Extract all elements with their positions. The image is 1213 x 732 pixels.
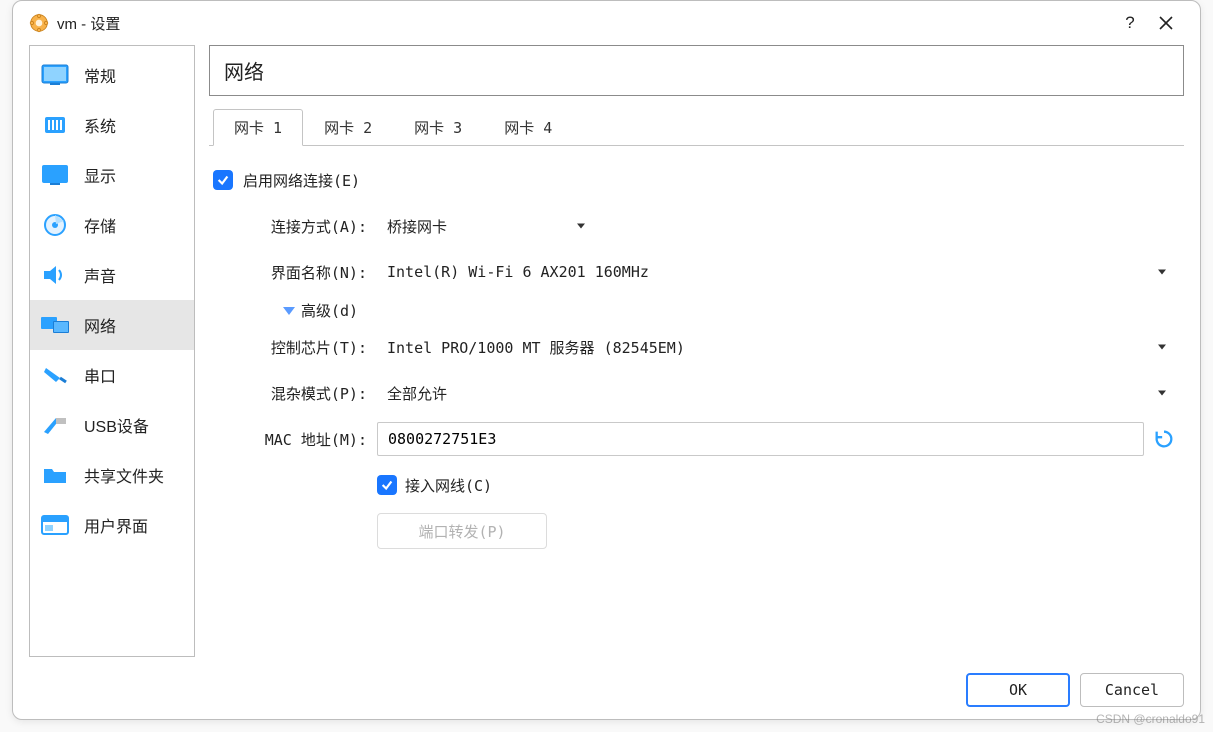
attached-dropdown[interactable]: 桥接网卡: [377, 209, 595, 243]
adapter-type-label: 控制芯片(T):: [217, 337, 377, 358]
cancel-button[interactable]: Cancel: [1080, 673, 1184, 707]
sidebar-item-label: 串口: [84, 363, 116, 387]
cancel-label: Cancel: [1105, 681, 1159, 699]
sidebar-item-label: 显示: [84, 163, 116, 187]
help-button[interactable]: ?: [1112, 5, 1148, 41]
promisc-dropdown[interactable]: 全部允许: [377, 376, 1176, 410]
tabbar: 网卡 1 网卡 2 网卡 3 网卡 4: [209, 108, 1184, 146]
sidebar-item-label: 声音: [84, 263, 116, 287]
sidebar-item-label: 系统: [84, 113, 116, 137]
tab-label: 网卡 2: [324, 119, 372, 137]
titlebar: vm - 设置 ?: [13, 1, 1200, 45]
usb-icon: [40, 413, 70, 437]
display-icon: [40, 163, 70, 187]
sidebar-item-general[interactable]: 常规: [30, 50, 194, 100]
network-icon: [40, 313, 70, 337]
tab-adapter-1[interactable]: 网卡 1: [213, 109, 303, 146]
sidebar-item-display[interactable]: 显示: [30, 150, 194, 200]
cable-connected-checkbox[interactable]: [377, 475, 397, 495]
sidebar-item-shared[interactable]: 共享文件夹: [30, 450, 194, 500]
chevron-down-icon: [577, 224, 585, 229]
attached-value: 桥接网卡: [387, 216, 447, 237]
window-title: vm - 设置: [57, 13, 120, 34]
close-icon: [1158, 15, 1174, 31]
chevron-down-icon: [1158, 345, 1166, 350]
ok-button[interactable]: OK: [966, 673, 1070, 707]
adapter-type-value: Intel PRO/1000 MT 服务器 (82545EM): [387, 337, 685, 358]
tab-adapter-3[interactable]: 网卡 3: [393, 109, 483, 146]
tab-label: 网卡 3: [414, 119, 462, 137]
port-forwarding-button[interactable]: 端口转发(P): [377, 513, 547, 549]
general-icon: [40, 63, 70, 87]
ok-label: OK: [1009, 681, 1027, 699]
sidebar-item-audio[interactable]: 声音: [30, 250, 194, 300]
tab-label: 网卡 4: [504, 119, 552, 137]
close-button[interactable]: [1148, 5, 1184, 41]
refresh-icon: [1153, 428, 1175, 450]
port-forwarding-label: 端口转发(P): [418, 521, 505, 542]
refresh-mac-button[interactable]: [1152, 427, 1176, 451]
sidebar-item-usb[interactable]: USB设备: [30, 400, 194, 450]
chevron-down-icon: [1158, 270, 1166, 275]
chevron-down-icon: [283, 307, 295, 315]
chevron-down-icon: [1158, 391, 1166, 396]
name-dropdown[interactable]: Intel(R) Wi-Fi 6 AX201 160MHz: [377, 255, 1176, 289]
sidebar-item-storage[interactable]: 存储: [30, 200, 194, 250]
sidebar-item-system[interactable]: 系统: [30, 100, 194, 150]
sidebar-item-label: USB设备: [84, 413, 149, 437]
enable-network-checkbox[interactable]: [213, 170, 233, 190]
ui-icon: [40, 513, 70, 537]
app-icon: [29, 13, 49, 33]
section-title-box: 网络: [209, 45, 1184, 96]
tab-adapter-4[interactable]: 网卡 4: [483, 109, 573, 146]
form-area: 启用网络连接(E) 连接方式(A): 桥接网卡 界面名称(N):: [209, 146, 1184, 657]
adapter-type-dropdown[interactable]: Intel PRO/1000 MT 服务器 (82545EM): [377, 330, 1176, 364]
sidebar-item-network[interactable]: 网络: [30, 300, 194, 350]
dialog-footer: OK Cancel: [13, 665, 1200, 719]
name-value: Intel(R) Wi-Fi 6 AX201 160MHz: [387, 263, 649, 281]
sidebar-item-label: 网络: [84, 313, 116, 337]
sidebar-item-label: 用户界面: [84, 513, 148, 537]
tab-adapter-2[interactable]: 网卡 2: [303, 109, 393, 146]
section-title: 网络: [224, 56, 1169, 85]
promisc-value: 全部允许: [387, 383, 447, 404]
settings-window: vm - 设置 ? 常规 系统 显示 存储: [12, 0, 1201, 720]
advanced-label: 高级(d): [301, 300, 358, 321]
sidebar-item-label: 常规: [84, 63, 116, 87]
mac-label: MAC 地址(M):: [217, 429, 377, 450]
audio-icon: [40, 263, 70, 287]
tab-label: 网卡 1: [234, 119, 282, 137]
sidebar-item-label: 共享文件夹: [84, 463, 164, 487]
main-panel: 网络 网卡 1 网卡 2 网卡 3 网卡 4 启用网络连接(E): [209, 45, 1184, 657]
storage-icon: [40, 213, 70, 237]
mac-input[interactable]: [377, 422, 1144, 456]
enable-network-label: 启用网络连接(E): [243, 170, 360, 191]
sidebar-item-serial[interactable]: 串口: [30, 350, 194, 400]
sidebar: 常规 系统 显示 存储 声音 网络: [29, 45, 195, 657]
cable-connected-label: 接入网线(C): [405, 475, 492, 496]
help-icon: ?: [1125, 13, 1134, 33]
advanced-expander[interactable]: 高级(d): [283, 300, 1176, 321]
system-icon: [40, 113, 70, 137]
folder-icon: [40, 463, 70, 487]
sidebar-item-label: 存储: [84, 213, 116, 237]
attached-label: 连接方式(A):: [217, 216, 377, 237]
name-label: 界面名称(N):: [217, 262, 377, 283]
serial-icon: [40, 363, 70, 387]
promisc-label: 混杂模式(P):: [217, 383, 377, 404]
sidebar-item-ui[interactable]: 用户界面: [30, 500, 194, 550]
